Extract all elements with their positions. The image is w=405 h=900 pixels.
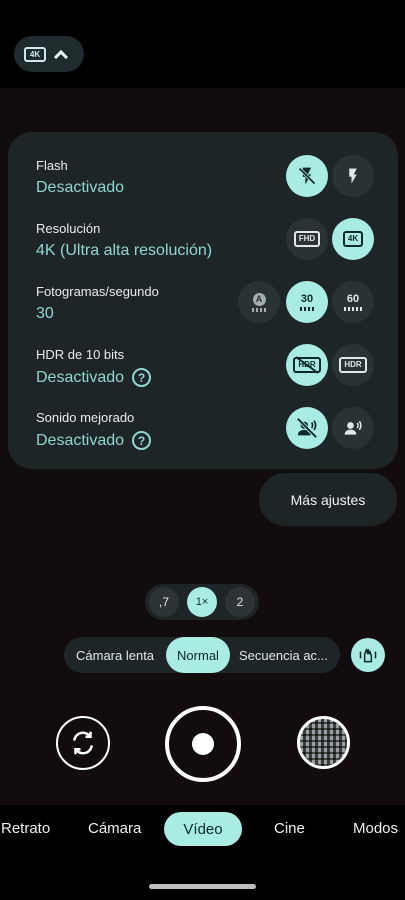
- setting-flash: Flash Desactivado: [36, 158, 124, 197]
- mode-camera[interactable]: Cámara: [88, 806, 141, 850]
- strike-icon: [295, 356, 319, 374]
- home-indicator[interactable]: [149, 884, 256, 889]
- flash-on-icon: [349, 168, 357, 184]
- setting-hdr: HDR de 10 bits Desactivado?: [36, 347, 152, 387]
- speech-off-icon: [296, 417, 318, 439]
- zoom-option-1x[interactable]: 1×: [187, 587, 217, 617]
- hdr-off-button[interactable]: HDR: [286, 344, 328, 386]
- record-button[interactable]: [165, 706, 241, 782]
- speech-enhance-icon: [344, 420, 362, 435]
- setting-label: Flash: [36, 158, 68, 173]
- fps-30-icon: 30: [300, 293, 314, 311]
- fps-auto-icon: A: [252, 292, 266, 312]
- quick-settings-panel: Flash Desactivado Resolución 4K (Ultra a…: [8, 132, 398, 469]
- zoom-selector: ,7 1× 2: [145, 584, 259, 620]
- settings-toggle-chip[interactable]: 4K: [14, 36, 84, 72]
- speech-off-button[interactable]: [286, 407, 328, 449]
- flash-on-button[interactable]: [332, 155, 374, 197]
- mode-portrait[interactable]: Retrato: [1, 806, 50, 850]
- hdr-on-button[interactable]: HDR: [332, 344, 374, 386]
- switch-camera-button[interactable]: [56, 716, 110, 770]
- zoom-option-2[interactable]: 2: [225, 587, 255, 617]
- help-icon[interactable]: ?: [132, 368, 152, 387]
- setting-value: 30: [36, 305, 54, 322]
- flash-off-icon: [298, 167, 316, 185]
- setting-resolution: Resolución 4K (Ultra alta resolución): [36, 221, 212, 260]
- mode-normal[interactable]: Normal: [166, 637, 230, 673]
- record-dot-icon: [192, 733, 214, 755]
- more-settings-button[interactable]: Más ajustes: [259, 473, 397, 526]
- setting-label: Resolución: [36, 221, 101, 236]
- fps-30-button[interactable]: 30: [286, 281, 328, 323]
- flash-off-button[interactable]: [286, 155, 328, 197]
- fps-60-icon: 60: [344, 293, 362, 311]
- fps-60-button[interactable]: 60: [332, 281, 374, 323]
- help-icon[interactable]: ?: [132, 431, 152, 450]
- gallery-thumbnail[interactable]: [297, 716, 350, 769]
- hdr-icon: HDR: [339, 357, 367, 373]
- setting-sound: Sonido mejorado Desactivado?: [36, 410, 152, 450]
- 4k-icon: 4K: [342, 231, 364, 247]
- mode-more[interactable]: Modos: [353, 806, 398, 850]
- setting-value: Desactivado?: [36, 368, 152, 387]
- setting-label: Sonido mejorado: [36, 410, 135, 425]
- video-mode-selector: Cámara lenta Normal Secuencia ac...: [64, 637, 340, 673]
- setting-value: Desactivado: [36, 179, 125, 196]
- mode-slow-motion[interactable]: Cámara lenta: [76, 637, 154, 673]
- mode-cinematic[interactable]: Cine: [274, 806, 305, 850]
- stabilization-icon: [359, 647, 377, 663]
- mode-video[interactable]: Vídeo: [164, 812, 242, 846]
- setting-value: Desactivado?: [36, 431, 152, 450]
- resolution-4k-button[interactable]: 4K: [332, 218, 374, 260]
- setting-value: 4K (Ultra alta resolución): [36, 242, 213, 259]
- resolution-4k-icon: 4K: [24, 46, 46, 62]
- setting-fps: Fotogramas/segundo 30: [36, 284, 159, 323]
- stabilization-button[interactable]: [351, 638, 385, 672]
- switch-camera-icon: [73, 731, 93, 755]
- camera-mode-bar: Retrato Cámara Vídeo Cine Modos: [0, 806, 405, 850]
- resolution-fhd-button[interactable]: FHD: [286, 218, 328, 260]
- setting-label: HDR de 10 bits: [36, 347, 125, 362]
- mode-timelapse[interactable]: Secuencia ac...: [239, 637, 328, 673]
- setting-label: Fotogramas/segundo: [36, 284, 159, 299]
- chevron-up-icon: [53, 49, 69, 65]
- speech-enhance-button[interactable]: [332, 407, 374, 449]
- fps-auto-button[interactable]: A: [238, 281, 280, 323]
- fhd-icon: FHD: [293, 231, 321, 247]
- zoom-option-07[interactable]: ,7: [149, 587, 179, 617]
